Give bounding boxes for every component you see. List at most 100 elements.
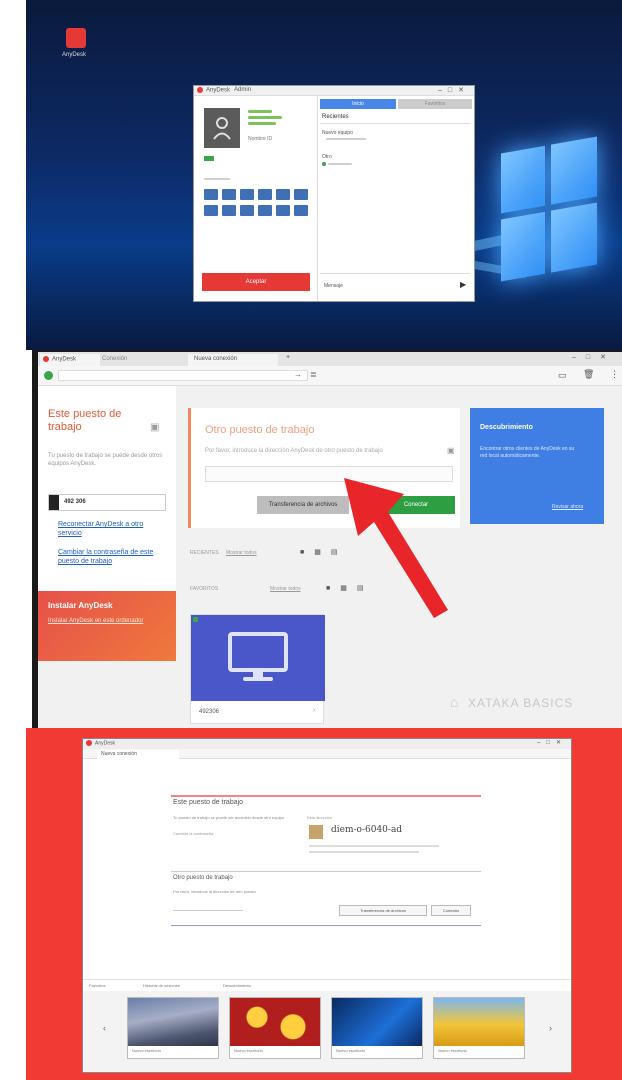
reconnect-link[interactable]: Reconectar AnyDesk a otro servicio: [58, 520, 168, 538]
anydesk-icon: [43, 356, 49, 362]
anydesk-window: AnyDesk Conexión Nueva conexión + –□✕ → …: [38, 352, 622, 728]
action-button[interactable]: [240, 205, 254, 216]
anydesk-desktop-icon[interactable]: [66, 28, 86, 48]
divider: [171, 795, 481, 797]
list-item[interactable]: Nuevo equipo: [322, 130, 353, 136]
action-button[interactable]: [258, 205, 272, 216]
tab-nueva-conexion[interactable]: Nueva conexión: [97, 750, 179, 759]
this-workstation-link[interactable]: Cambiar la contraseña: [173, 831, 213, 836]
action-button[interactable]: [204, 205, 218, 216]
desktop-icon-label: AnyDesk: [62, 52, 87, 58]
session-thumbnail[interactable]: Nuevo escritorio: [433, 997, 525, 1059]
anydesk-new-screenshot: AnyDesk –□✕ Nueva conexión Este puesto d…: [26, 728, 622, 1080]
accept-button[interactable]: Aceptar: [202, 273, 310, 291]
divider: [171, 871, 481, 872]
online-indicator: [204, 156, 214, 161]
address-input[interactable]: [58, 370, 308, 381]
title-bar: AnyDesk –□✕: [83, 739, 571, 749]
session-thumbnail[interactable]: Nuevo escritorio: [127, 997, 219, 1059]
status-icon: [44, 371, 53, 380]
sidebar-description: Tu puesto de trabajo se puede desde otro…: [48, 453, 163, 467]
list-item[interactable]: Otro: [322, 154, 332, 160]
action-button[interactable]: [294, 189, 308, 200]
this-workstation-title: Este puesto de trabajo: [173, 799, 244, 806]
action-button[interactable]: [222, 189, 236, 200]
tab-anydesk[interactable]: AnyDesk: [197, 87, 230, 94]
tab-inicio[interactable]: Inicio: [320, 99, 396, 109]
window-controls[interactable]: –□✕: [572, 353, 616, 361]
session-thumbnail[interactable]: Nuevo escritorio: [229, 997, 321, 1059]
arrow-right-icon[interactable]: →: [294, 370, 302, 379]
connect-button[interactable]: Conectar: [431, 905, 471, 916]
install-promo[interactable]: Instalar AnyDesk Instalar AnyDesk en est…: [38, 591, 176, 661]
online-indicator: [193, 617, 198, 622]
menu-icon[interactable]: ⋮: [610, 369, 619, 380]
tab-nueva-conexion[interactable]: Nueva conexión: [188, 354, 278, 366]
session-card[interactable]: 492306 ›: [190, 614, 325, 724]
divider: [171, 925, 481, 926]
list-icon[interactable]: ≣: [310, 370, 317, 379]
nav-historial[interactable]: Historial de sesiones: [143, 983, 180, 988]
watermark-logo-icon: ⌂: [450, 694, 459, 710]
other-workstation-title: Otro puesto de trabajo: [173, 875, 233, 881]
anydesk-window: AnyDesk –□✕ Nueva conexión Este puesto d…: [82, 738, 572, 1073]
tab-admin[interactable]: Admin: [234, 87, 251, 93]
favorites-show-all-link[interactable]: Mostrar todos: [270, 586, 301, 592]
anydesk-icon: [86, 740, 92, 746]
nav-descubrimiento[interactable]: Descubrimiento: [223, 983, 251, 988]
window-controls[interactable]: –□✕: [438, 86, 470, 94]
promo-text: Instalar AnyDesk en este ordenador: [48, 618, 144, 624]
recent-show-all-link[interactable]: Mostrar todos: [226, 550, 257, 556]
address-box[interactable]: 492 306: [48, 494, 166, 511]
footer-label: Mensaje: [324, 283, 343, 289]
anydesk-icon: [49, 495, 59, 510]
action-button[interactable]: [294, 205, 308, 216]
tab-conexion[interactable]: Conexión: [102, 356, 127, 362]
tab-anydesk[interactable]: AnyDesk: [40, 354, 100, 366]
anydesk-main-screenshot: AnyDesk Conexión Nueva conexión + –□✕ → …: [32, 350, 622, 728]
mountain-wallpaper: [128, 998, 218, 1046]
card-menu-icon[interactable]: ›: [313, 707, 315, 714]
address-label: Esta dirección: [307, 815, 333, 820]
session-thumbnail[interactable]: Nuevo escritorio: [331, 997, 423, 1059]
settings-icon[interactable]: ▣: [150, 422, 159, 433]
title-bar: AnyDesk Admin –□✕: [194, 86, 474, 96]
leaves-wallpaper: [230, 998, 320, 1046]
add-tab-icon[interactable]: +: [286, 354, 290, 361]
previous-icon[interactable]: ‹: [103, 1023, 106, 1033]
trash-icon[interactable]: 🗑: [583, 369, 594, 380]
monitor-icon[interactable]: ▭: [558, 370, 567, 381]
desktop-screenshot: AnyDesk AnyDesk Admin –□✕ Nombre ID Acep…: [26, 0, 622, 350]
next-icon[interactable]: ›: [549, 1023, 552, 1033]
remote-address-input[interactable]: [173, 905, 243, 911]
action-button[interactable]: [258, 189, 272, 200]
anydesk-window: AnyDesk Admin –□✕ Nombre ID Aceptar Inic…: [193, 85, 475, 302]
action-button[interactable]: [204, 189, 218, 200]
divider: [320, 123, 470, 124]
help-icon[interactable]: ▣: [447, 446, 455, 455]
recent-label: RECIENTES: [190, 550, 219, 556]
action-button[interactable]: [222, 205, 236, 216]
divider: [320, 273, 470, 274]
status-line: [248, 122, 276, 125]
address-detail: [309, 845, 439, 847]
tab-bar: Nueva conexión: [83, 749, 571, 759]
user-icon: [213, 117, 231, 140]
change-password-link[interactable]: Cambiar la contraseña de este puesto de …: [58, 548, 168, 566]
avatar: [309, 825, 323, 839]
other-workstation-description: Por favor, introduce la dirección de otr…: [173, 889, 256, 894]
tab-favoritos[interactable]: Favoritos: [398, 99, 472, 109]
thumbnail-label: Nuevo escritorio: [336, 1048, 365, 1053]
flowers-wallpaper: [434, 998, 524, 1046]
status-line: [248, 116, 282, 119]
send-icon[interactable]: ▶: [460, 280, 466, 289]
action-button[interactable]: [240, 189, 254, 200]
thumbnail-label: Nuevo escritorio: [234, 1048, 263, 1053]
action-button[interactable]: [276, 189, 290, 200]
action-button[interactable]: [276, 205, 290, 216]
list-item-detail: [326, 138, 366, 140]
window-controls[interactable]: –□✕: [537, 739, 567, 746]
file-transfer-button[interactable]: Transferencia de archivos: [339, 905, 427, 916]
nav-favoritos[interactable]: Favoritos: [89, 983, 105, 988]
discovery-link[interactable]: Revisar ahora: [552, 504, 583, 510]
